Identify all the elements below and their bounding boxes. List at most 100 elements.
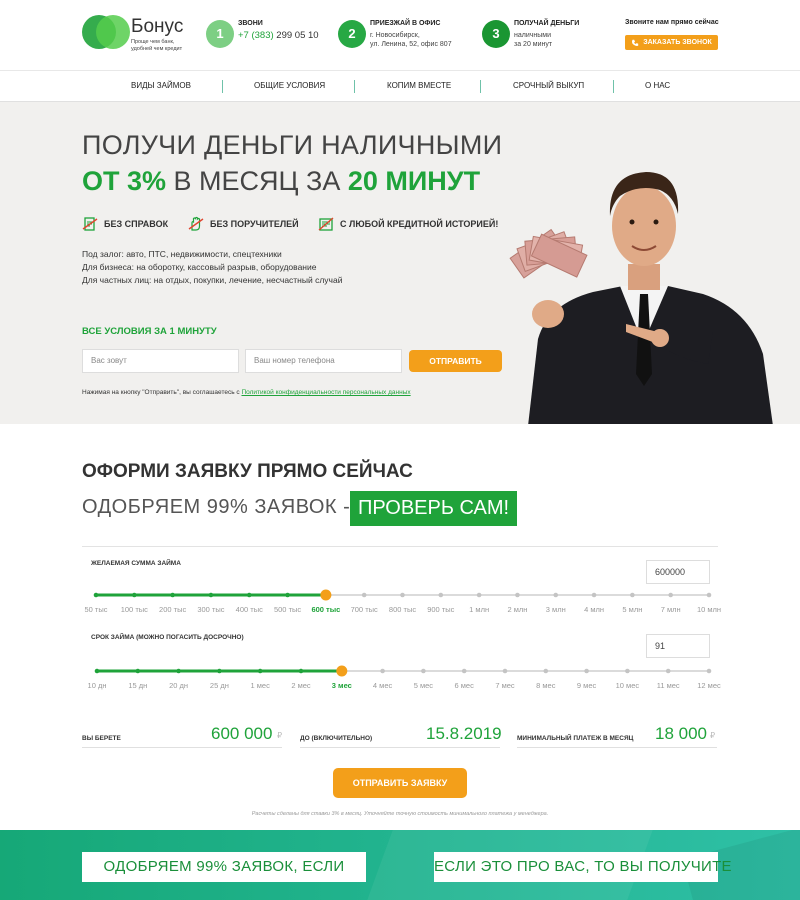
step-desc-line1: наличными bbox=[514, 32, 552, 39]
term-slider-track[interactable] bbox=[82, 664, 718, 678]
slider-tick-label[interactable]: 50 тыс bbox=[84, 605, 107, 614]
phone-number[interactable]: +7 (383) 299 05 10 bbox=[238, 30, 319, 41]
slider-tick-label[interactable]: 500 тыс bbox=[274, 605, 301, 614]
slider-tick-dot[interactable] bbox=[515, 592, 520, 598]
slider-tick-label[interactable]: 5 мес bbox=[414, 681, 433, 690]
slider-tick-dot[interactable] bbox=[438, 592, 444, 598]
slider-tick-label[interactable]: 600 тыс bbox=[311, 605, 340, 614]
logo[interactable]: Бонус Проще чем банк, удобней чем кредит bbox=[82, 15, 192, 55]
slider-tick-label[interactable]: 7 мес bbox=[495, 681, 514, 690]
slider-tick-dot[interactable] bbox=[94, 668, 100, 674]
nav-item-about[interactable]: О НАС bbox=[645, 71, 670, 101]
slider-tick-label[interactable]: 800 тыс bbox=[389, 605, 416, 614]
slider-tick-label[interactable]: 10 мес bbox=[616, 681, 640, 690]
slider-tick-label[interactable]: 15 дн bbox=[128, 681, 147, 690]
slider-tick-dot[interactable] bbox=[706, 668, 712, 674]
slider-tick-label[interactable]: 10 млн bbox=[697, 605, 721, 614]
slider-tick-label[interactable]: 12 мес bbox=[697, 681, 721, 690]
amount-slider[interactable]: 50 тыс 100 тыс 200 тыс 300 тыс 400 тыс 500 ты… bbox=[82, 588, 721, 618]
slider-tick-label[interactable]: 10 дн bbox=[88, 681, 107, 690]
term-slider[interactable]: 10 дн 15 дн 20 дн 25 дн 1 мес 2 мес 3 мес 4 мес… bbox=[82, 664, 721, 694]
nav-item-loan-types[interactable]: ВИДЫ ЗАЙМОВ bbox=[131, 71, 191, 101]
slider-tick-label[interactable]: 8 мес bbox=[536, 681, 555, 690]
slider-handle[interactable] bbox=[336, 665, 348, 677]
amount-slider-track[interactable] bbox=[82, 588, 718, 602]
slider-tick-dot[interactable] bbox=[553, 592, 559, 598]
submit-button[interactable]: ОТПРАВИТЬ bbox=[409, 350, 502, 372]
slider-tick-dot[interactable] bbox=[400, 592, 405, 598]
slider-tick-dot[interactable] bbox=[476, 592, 482, 598]
slider-tick-dot[interactable] bbox=[176, 668, 181, 674]
nav-item-save-together[interactable]: КОПИМ ВМЕСТЕ bbox=[387, 71, 451, 101]
slider-tick-dot[interactable] bbox=[543, 668, 549, 674]
slider-tick-dot[interactable] bbox=[630, 592, 635, 598]
slider-tick-label[interactable]: 9 мес bbox=[577, 681, 596, 690]
phone-rest: 299 05 10 bbox=[273, 30, 319, 41]
nav-separator bbox=[222, 80, 223, 93]
slider-tick-label[interactable]: 1 млн bbox=[469, 605, 489, 614]
slider-tick-dot[interactable] bbox=[625, 668, 630, 674]
slider-tick-dot[interactable] bbox=[380, 668, 385, 674]
name-input[interactable]: Вас зовут bbox=[82, 349, 239, 373]
slider-tick-dot[interactable] bbox=[208, 592, 214, 598]
step-title: ПРИЕЗЖАЙ В ОФИС bbox=[370, 20, 441, 27]
phone-input[interactable]: Ваш номер телефона bbox=[245, 349, 402, 373]
slider-tick-dot[interactable] bbox=[298, 668, 304, 674]
slider-tick-dot[interactable] bbox=[217, 668, 222, 674]
nav-item-urgent-buyout[interactable]: СРОЧНЫЙ ВЫКУП bbox=[513, 71, 584, 101]
slider-tick-label[interactable]: 400 тыс bbox=[236, 605, 263, 614]
slider-tick-label[interactable]: 200 тыс bbox=[159, 605, 186, 614]
slider-tick-label[interactable]: 20 дн bbox=[169, 681, 188, 690]
phone-icon bbox=[632, 39, 639, 46]
slider-tick-label[interactable]: 100 тыс bbox=[121, 605, 148, 614]
slider-tick-label[interactable]: 11 мес bbox=[657, 681, 680, 690]
slider-tick-dot[interactable] bbox=[665, 668, 671, 674]
nav-item-general-terms[interactable]: ОБЩИЕ УСЛОВИЯ bbox=[254, 71, 325, 101]
slider-tick-dot[interactable] bbox=[584, 668, 589, 674]
slider-tick-label[interactable]: 6 мес bbox=[455, 681, 474, 690]
slider-tick-label[interactable]: 1 мес bbox=[251, 681, 270, 690]
nav-separator bbox=[613, 80, 614, 93]
slider-tick-dot[interactable] bbox=[285, 592, 290, 598]
slider-tick-label[interactable]: 900 тыс bbox=[427, 605, 454, 614]
step-desc: наличными за 20 минут bbox=[514, 31, 552, 49]
band-left-heading: ОДОБРЯЕМ 99% ЗАЯВОК, ЕСЛИ bbox=[82, 852, 366, 882]
slider-tick-label[interactable]: 2 млн bbox=[507, 605, 527, 614]
slider-tick-label[interactable]: 3 мес bbox=[332, 681, 352, 690]
step-desc-line1: г. Новосибирск, bbox=[370, 32, 420, 39]
slider-tick-dot[interactable] bbox=[421, 668, 426, 674]
slider-tick-dot[interactable] bbox=[461, 668, 467, 674]
result-date: 15.8.2019 bbox=[426, 724, 502, 743]
slider-tick-dot[interactable] bbox=[668, 592, 673, 598]
slider-handle[interactable] bbox=[320, 589, 332, 601]
calc-badge: ПРОВЕРЬ САМ! bbox=[350, 491, 518, 526]
term-input[interactable]: 91 bbox=[646, 634, 710, 658]
slider-tick-label[interactable]: 2 мес bbox=[291, 681, 310, 690]
slider-tick-dot[interactable] bbox=[246, 592, 252, 598]
slider-tick-dot[interactable] bbox=[591, 592, 597, 598]
apply-button[interactable]: ОТПРАВИТЬ ЗАЯВКУ bbox=[333, 768, 467, 798]
logo-slogan: Проще чем банк, удобней чем кредит bbox=[131, 39, 183, 52]
slider-tick-label[interactable]: 4 млн bbox=[584, 605, 604, 614]
slider-tick-dot[interactable] bbox=[132, 592, 137, 598]
order-call-button[interactable]: ЗАКАЗАТЬ ЗВОНОК bbox=[625, 35, 718, 50]
privacy-policy-link[interactable]: Политикой конфиденциальности персональны… bbox=[241, 389, 410, 396]
slider-tick-label[interactable]: 300 тыс bbox=[197, 605, 224, 614]
slider-tick-label[interactable]: 5 млн bbox=[622, 605, 642, 614]
slider-tick-dot[interactable] bbox=[706, 592, 712, 598]
slider-tick-label[interactable]: 700 тыс bbox=[351, 605, 378, 614]
amount-input[interactable]: 600000 bbox=[646, 560, 710, 584]
slider-tick-label[interactable]: 3 млн bbox=[546, 605, 566, 614]
slider-tick-label[interactable]: 4 мес bbox=[373, 681, 392, 690]
main-nav: ВИДЫ ЗАЙМОВ ОБЩИЕ УСЛОВИЯ КОПИМ ВМЕСТЕ С… bbox=[0, 70, 800, 102]
slider-tick-dot[interactable] bbox=[93, 592, 99, 598]
slider-tick-label[interactable]: 7 млн bbox=[661, 605, 681, 614]
slider-tick-dot[interactable] bbox=[257, 668, 263, 674]
slider-tick-dot[interactable] bbox=[135, 668, 141, 674]
slider-tick-dot[interactable] bbox=[170, 592, 175, 598]
slider-tick-dot[interactable] bbox=[502, 668, 508, 674]
slider-tick-label[interactable]: 25 дн bbox=[210, 681, 229, 690]
step-number: 2 bbox=[338, 20, 366, 48]
slider-tick-dot[interactable] bbox=[361, 592, 367, 598]
term-label: СРОК ЗАЙМА (МОЖНО ПОГАСИТЬ ДОСРОЧНО) bbox=[91, 634, 244, 641]
